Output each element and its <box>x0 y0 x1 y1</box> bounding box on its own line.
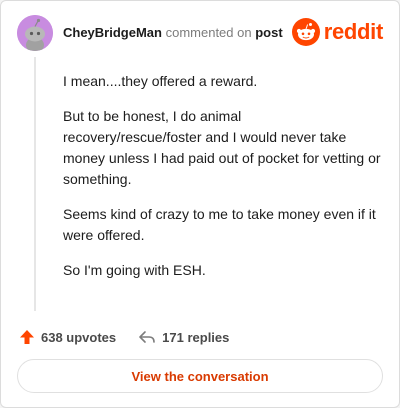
comment-paragraph: Seems kind of crazy to me to take money … <box>63 206 376 243</box>
replies-count: 171 replies <box>162 329 230 345</box>
post-link[interactable]: post <box>255 25 282 40</box>
comment-body: I mean....they offered a reward. But to … <box>63 71 381 295</box>
upvote-arrow-icon <box>20 330 34 344</box>
upvotes-count: 638 upvotes <box>41 329 117 345</box>
snoo-avatar-icon <box>17 15 53 51</box>
reddit-comment-embed: CheyBridgeMan commented on post reddit I… <box>0 0 400 408</box>
thread-line <box>34 57 36 311</box>
comment-header: CheyBridgeMan commented on post reddit <box>17 15 383 51</box>
comment-paragraph: But to be honest, I do animal recovery/r… <box>63 108 381 187</box>
brand-wordmark: reddit <box>323 19 384 44</box>
view-conversation-button[interactable]: View the conversation <box>17 359 383 393</box>
action-text: commented on <box>165 25 252 40</box>
comment-byline: CheyBridgeMan commented on post <box>63 25 283 40</box>
reddit-brand[interactable]: reddit <box>291 17 384 47</box>
replies-stat[interactable]: 171 replies <box>138 329 229 345</box>
reply-arrow-icon <box>139 331 155 343</box>
comment-paragraph: So I'm going with ESH. <box>63 262 206 278</box>
user-avatar[interactable] <box>17 15 53 51</box>
comment-stats: 638 upvotes 171 replies <box>19 327 229 347</box>
username-link[interactable]: CheyBridgeMan <box>63 25 162 40</box>
comment-paragraph: I mean....they offered a reward. <box>63 73 258 89</box>
reddit-logo-icon <box>291 18 320 46</box>
upvotes-stat[interactable]: 638 upvotes <box>19 329 116 345</box>
